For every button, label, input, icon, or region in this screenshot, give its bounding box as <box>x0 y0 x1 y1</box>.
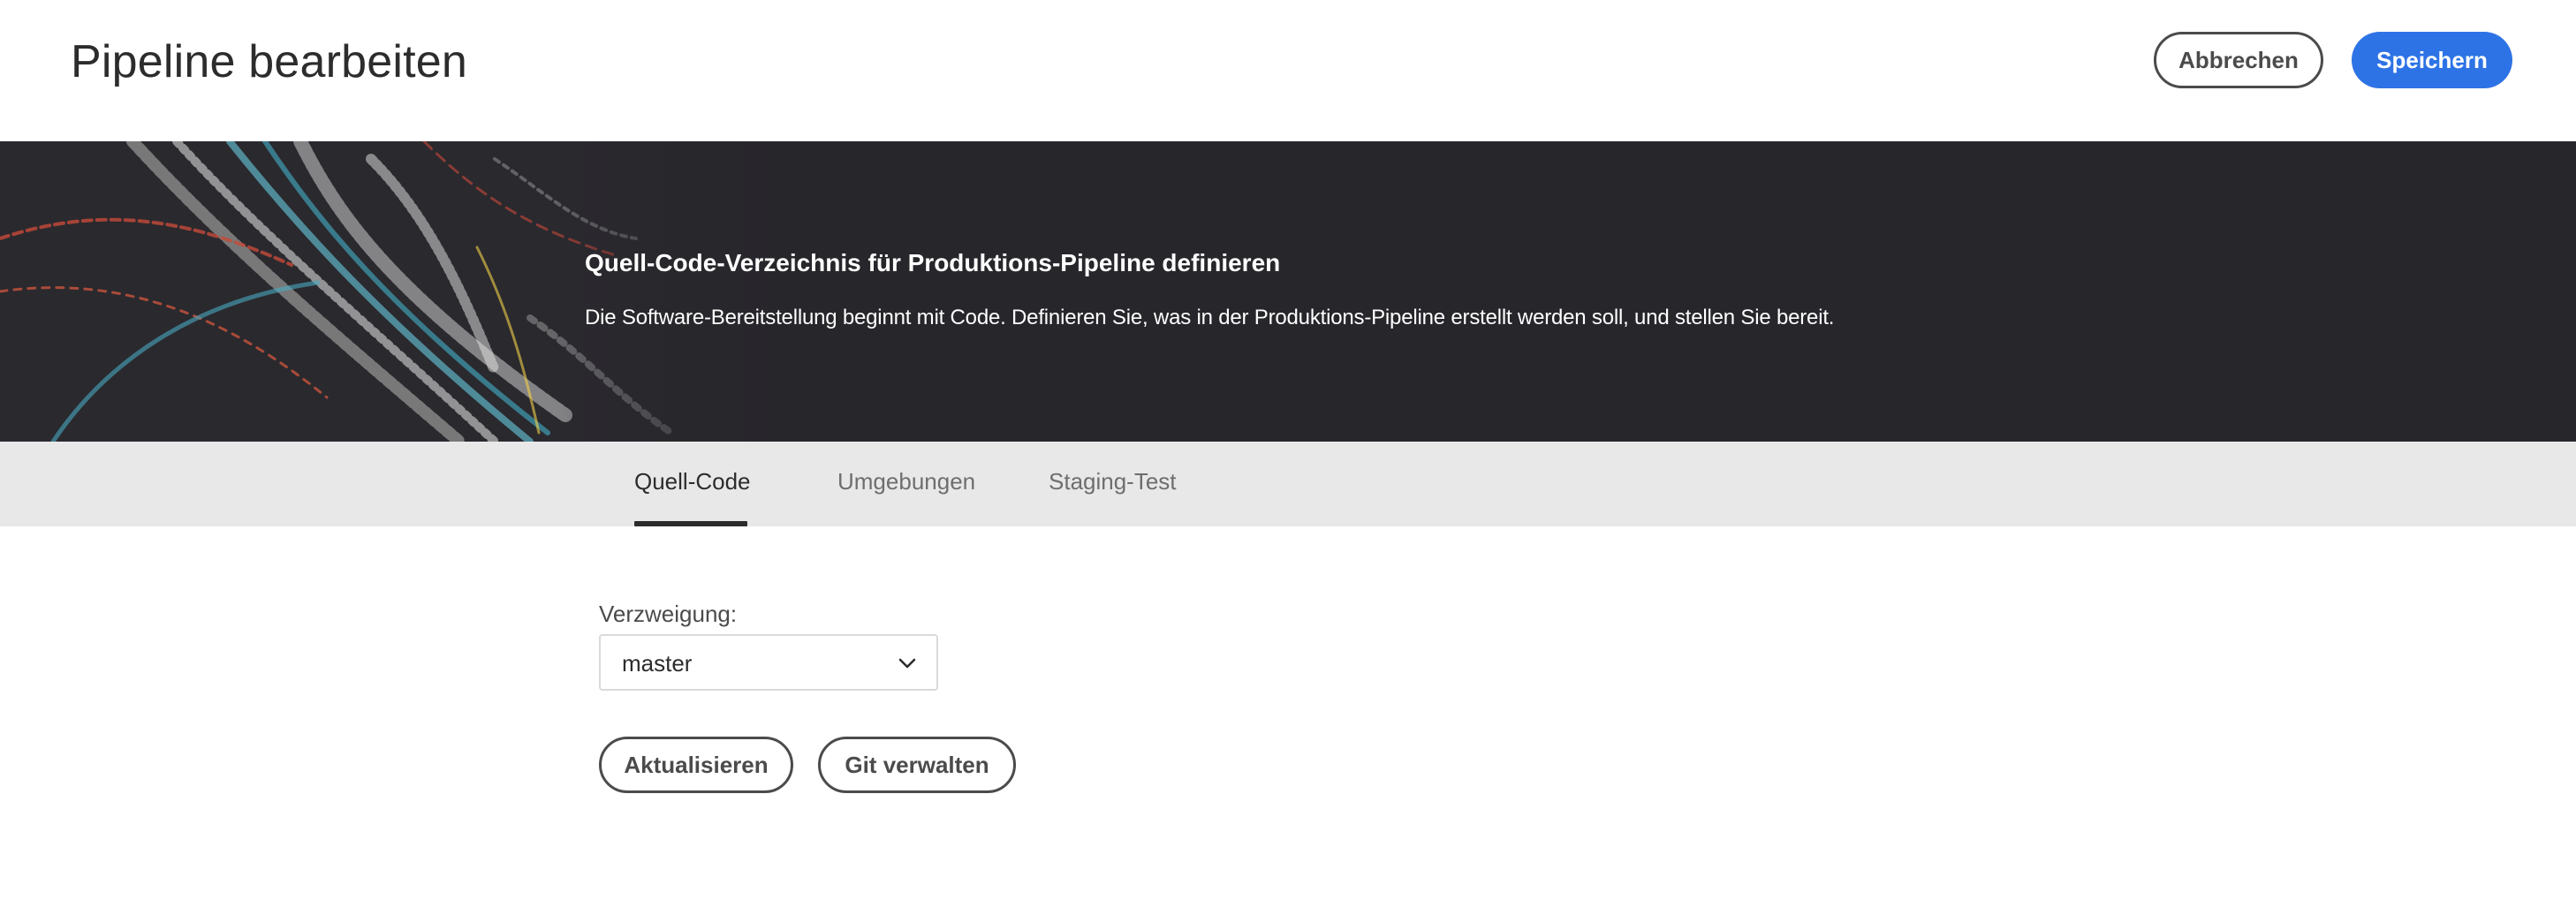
branch-select[interactable]: master <box>599 634 938 691</box>
refresh-button[interactable]: Aktualisieren <box>599 737 793 793</box>
chevron-down-icon <box>898 658 916 669</box>
active-tab-indicator <box>634 521 747 526</box>
manage-git-button[interactable]: Git verwalten <box>818 737 1016 793</box>
branch-select-value: master <box>622 650 693 677</box>
tab-staging-test[interactable]: Staging-Test <box>1049 468 1177 495</box>
tab-umgebungen[interactable]: Umgebungen <box>837 468 975 495</box>
save-button[interactable]: Speichern <box>2352 32 2512 88</box>
banner-title: Quell-Code-Verzeichnis für Produktions-P… <box>585 249 1281 276</box>
cancel-button[interactable]: Abbrechen <box>2154 32 2323 88</box>
tab-bar: Quell-Code Umgebungen Staging-Test <box>0 442 2576 526</box>
page-title: Pipeline bearbeiten <box>71 36 468 87</box>
hero-banner: Quell-Code-Verzeichnis für Produktions-P… <box>0 141 2576 442</box>
tab-quell-code[interactable]: Quell-Code <box>634 468 751 495</box>
banner-artwork <box>0 141 795 442</box>
banner-description: Die Software-Bereitstellung beginnt mit … <box>585 306 1835 329</box>
top-header: Pipeline bearbeiten Abbrechen Speichern <box>0 0 2576 141</box>
branch-label: Verzweigung: <box>599 601 738 627</box>
